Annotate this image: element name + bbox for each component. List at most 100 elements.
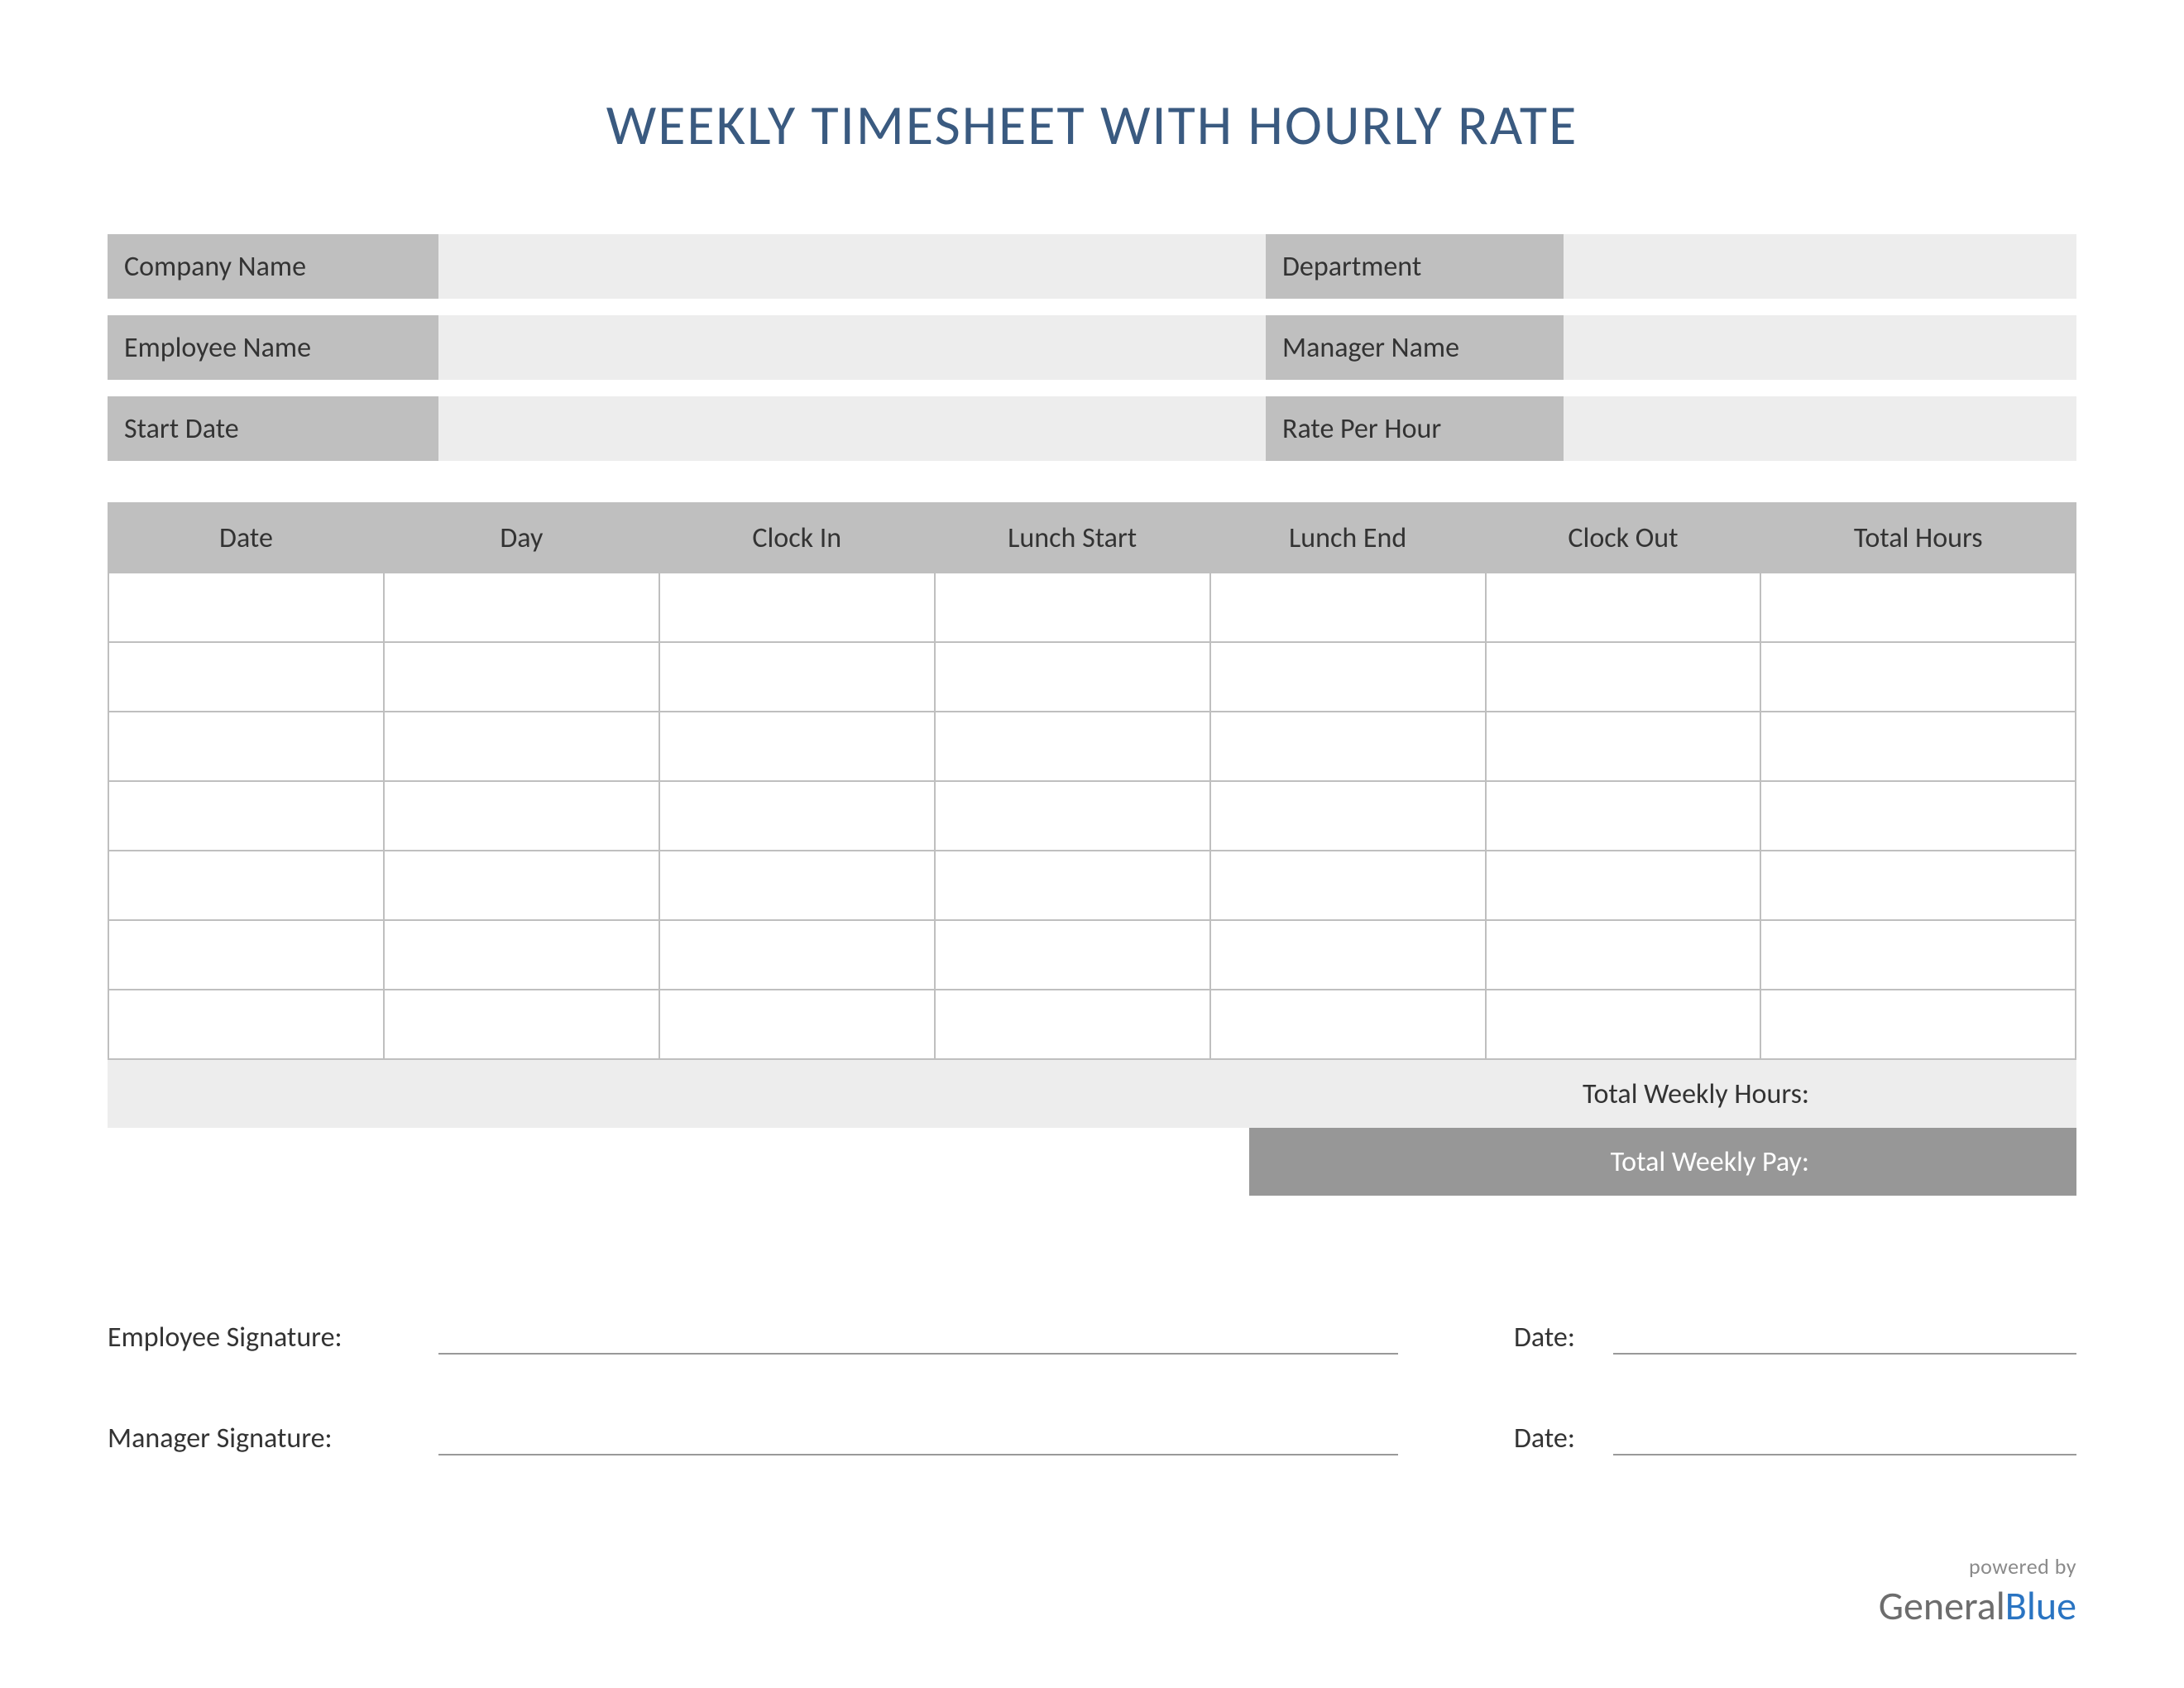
- cell-day[interactable]: [384, 573, 659, 642]
- cell-lunch-end[interactable]: [1210, 781, 1486, 851]
- manager-name-field[interactable]: [1564, 315, 2076, 380]
- cell-day[interactable]: [384, 851, 659, 920]
- cell-clock-in[interactable]: [659, 573, 935, 642]
- totals-section: Total Weekly Hours: Total Weekly Pay:: [108, 1060, 2076, 1196]
- timesheet-table: Date Day Clock In Lunch Start Lunch End …: [108, 502, 2076, 1060]
- manager-signature-row: Manager Signature: Date:: [108, 1421, 2076, 1455]
- cell-total-hours[interactable]: [1760, 851, 2076, 920]
- table-row: [108, 573, 2076, 642]
- col-header-clock-in: Clock In: [659, 503, 935, 573]
- table-header-row: Date Day Clock In Lunch Start Lunch End …: [108, 503, 2076, 573]
- cell-clock-in[interactable]: [659, 920, 935, 990]
- cell-day[interactable]: [384, 920, 659, 990]
- footer: powered by GeneralBlue: [1879, 1553, 2076, 1630]
- cell-lunch-start[interactable]: [935, 851, 1210, 920]
- cell-lunch-end[interactable]: [1210, 851, 1486, 920]
- col-header-lunch-end: Lunch End: [1210, 503, 1486, 573]
- cell-total-hours[interactable]: [1760, 781, 2076, 851]
- cell-day[interactable]: [384, 990, 659, 1059]
- cell-clock-out[interactable]: [1486, 712, 1761, 781]
- logo-text-general: General: [1879, 1581, 2005, 1630]
- cell-date[interactable]: [108, 573, 384, 642]
- cell-lunch-end[interactable]: [1210, 573, 1486, 642]
- cell-clock-out[interactable]: [1486, 990, 1761, 1059]
- cell-lunch-start[interactable]: [935, 642, 1210, 712]
- employee-signature-label: Employee Signature:: [108, 1321, 438, 1355]
- cell-clock-in[interactable]: [659, 642, 935, 712]
- cell-date[interactable]: [108, 920, 384, 990]
- cell-total-hours[interactable]: [1760, 920, 2076, 990]
- cell-clock-in[interactable]: [659, 851, 935, 920]
- total-weekly-pay-row: Total Weekly Pay:: [108, 1128, 2076, 1196]
- logo-text-blue: Blue: [2005, 1581, 2076, 1630]
- col-header-total-hours: Total Hours: [1760, 503, 2076, 573]
- table-row: [108, 920, 2076, 990]
- cell-day[interactable]: [384, 642, 659, 712]
- col-header-day: Day: [384, 503, 659, 573]
- signatures-section: Employee Signature: Date: Manager Signat…: [108, 1320, 2076, 1455]
- table-row: [108, 712, 2076, 781]
- table-row: [108, 851, 2076, 920]
- cell-lunch-start[interactable]: [935, 712, 1210, 781]
- table-body: [108, 573, 2076, 1059]
- company-name-label: Company Name: [108, 234, 438, 299]
- cell-lunch-start[interactable]: [935, 990, 1210, 1059]
- manager-signature-date-label: Date:: [1514, 1422, 1613, 1455]
- generalblue-logo: GeneralBlue: [1879, 1581, 2076, 1630]
- cell-clock-out[interactable]: [1486, 851, 1761, 920]
- cell-lunch-end[interactable]: [1210, 642, 1486, 712]
- cell-clock-in[interactable]: [659, 781, 935, 851]
- cell-lunch-end[interactable]: [1210, 990, 1486, 1059]
- department-field[interactable]: [1564, 234, 2076, 299]
- cell-clock-in[interactable]: [659, 990, 935, 1059]
- table-row: [108, 642, 2076, 712]
- employee-signature-date-line[interactable]: [1613, 1320, 2076, 1355]
- total-weekly-pay-label: Total Weekly Pay:: [1249, 1145, 1816, 1179]
- cell-total-hours[interactable]: [1760, 642, 2076, 712]
- company-name-field[interactable]: [438, 234, 1266, 299]
- cell-day[interactable]: [384, 712, 659, 781]
- cell-clock-out[interactable]: [1486, 920, 1761, 990]
- powered-by-label: powered by: [1879, 1553, 2076, 1580]
- col-header-date: Date: [108, 503, 384, 573]
- manager-name-label: Manager Name: [1266, 315, 1564, 380]
- cell-date[interactable]: [108, 781, 384, 851]
- cell-lunch-start[interactable]: [935, 781, 1210, 851]
- employee-name-label: Employee Name: [108, 315, 438, 380]
- table-row: [108, 990, 2076, 1059]
- timesheet-page: WEEKLY TIMESHEET WITH HOURLY RATE Compan…: [0, 0, 2184, 1688]
- cell-lunch-start[interactable]: [935, 920, 1210, 990]
- cell-clock-out[interactable]: [1486, 781, 1761, 851]
- cell-date[interactable]: [108, 851, 384, 920]
- employee-signature-line[interactable]: [438, 1320, 1398, 1355]
- header-row-company: Company Name Department: [108, 234, 2076, 299]
- employee-name-field[interactable]: [438, 315, 1266, 380]
- cell-date[interactable]: [108, 990, 384, 1059]
- manager-signature-line[interactable]: [438, 1421, 1398, 1455]
- col-header-lunch-start: Lunch Start: [935, 503, 1210, 573]
- cell-total-hours[interactable]: [1760, 990, 2076, 1059]
- manager-signature-date-line[interactable]: [1613, 1421, 2076, 1455]
- cell-lunch-start[interactable]: [935, 573, 1210, 642]
- total-weekly-pay-bar: Total Weekly Pay:: [1249, 1128, 2076, 1196]
- cell-total-hours[interactable]: [1760, 712, 2076, 781]
- cell-date[interactable]: [108, 712, 384, 781]
- cell-clock-in[interactable]: [659, 712, 935, 781]
- cell-clock-out[interactable]: [1486, 573, 1761, 642]
- start-date-label: Start Date: [108, 396, 438, 461]
- cell-clock-out[interactable]: [1486, 642, 1761, 712]
- manager-signature-label: Manager Signature:: [108, 1422, 438, 1455]
- page-title: WEEKLY TIMESHEET WITH HOURLY RATE: [108, 91, 2076, 160]
- cell-total-hours[interactable]: [1760, 573, 2076, 642]
- header-row-date: Start Date Rate Per Hour: [108, 396, 2076, 461]
- total-weekly-hours-label: Total Weekly Hours:: [108, 1077, 1816, 1111]
- col-header-clock-out: Clock Out: [1486, 503, 1761, 573]
- start-date-field[interactable]: [438, 396, 1266, 461]
- cell-day[interactable]: [384, 781, 659, 851]
- total-weekly-hours-row: Total Weekly Hours:: [108, 1060, 2076, 1128]
- cell-date[interactable]: [108, 642, 384, 712]
- cell-lunch-end[interactable]: [1210, 920, 1486, 990]
- header-row-employee: Employee Name Manager Name: [108, 315, 2076, 380]
- cell-lunch-end[interactable]: [1210, 712, 1486, 781]
- rate-per-hour-field[interactable]: [1564, 396, 2076, 461]
